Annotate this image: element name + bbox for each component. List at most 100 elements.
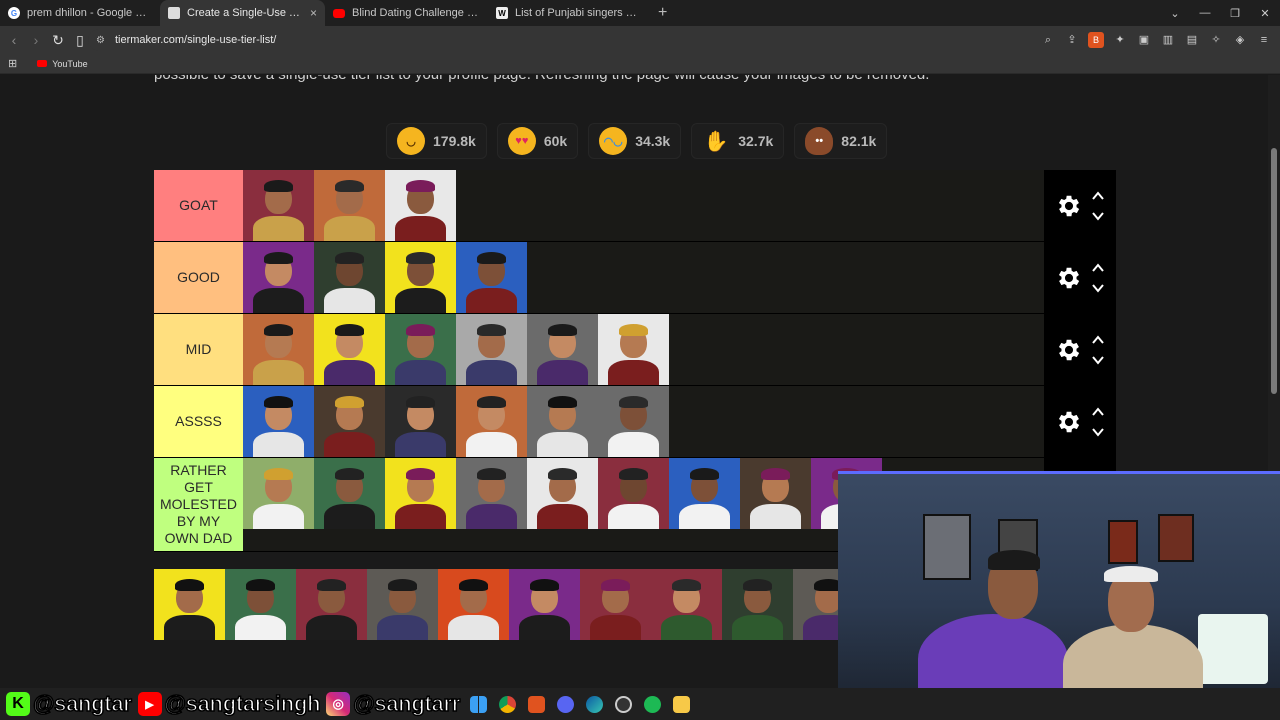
- new-tab-icon[interactable]: +: [658, 4, 667, 22]
- site-info-icon[interactable]: ⚙: [96, 35, 105, 46]
- scrollbar-thumb[interactable]: [1271, 148, 1277, 394]
- reaction-button[interactable]: ♥♥ 60k: [496, 123, 579, 159]
- chevron-up-icon[interactable]: [1091, 333, 1105, 347]
- wallet-icon[interactable]: ▤: [1184, 32, 1200, 48]
- tier-item-image[interactable]: [669, 458, 740, 529]
- settings-gear-icon[interactable]: [1055, 408, 1083, 436]
- apps-grid-icon[interactable]: ⊞: [8, 57, 17, 70]
- tier-item-image[interactable]: [456, 314, 527, 385]
- unranked-item-image[interactable]: [651, 569, 722, 640]
- tier-item-image[interactable]: [243, 386, 314, 457]
- file-explorer-icon[interactable]: [673, 695, 691, 713]
- tier-label[interactable]: GOOD: [154, 242, 243, 313]
- tier-item-image[interactable]: [598, 458, 669, 529]
- extensions-icon[interactable]: ✦: [1112, 32, 1128, 48]
- chrome-icon[interactable]: [499, 695, 517, 713]
- tier-item-image[interactable]: [314, 458, 385, 529]
- close-tab-icon[interactable]: ×: [310, 6, 317, 20]
- unranked-item-image[interactable]: [722, 569, 793, 640]
- tier-item-image[interactable]: [598, 314, 669, 385]
- edge-icon[interactable]: [586, 695, 604, 713]
- url-field[interactable]: ⚙ tiermaker.com/single-use-tier-list/: [88, 29, 1088, 51]
- windows-start-icon[interactable]: [470, 695, 488, 713]
- bookmark-youtube[interactable]: YouTube: [25, 59, 88, 69]
- tier-item-image[interactable]: [314, 314, 385, 385]
- tier-item-image[interactable]: [385, 170, 456, 241]
- unranked-item-image[interactable]: [793, 569, 840, 640]
- tier-item-image[interactable]: [243, 242, 314, 313]
- discord-icon[interactable]: [557, 695, 575, 713]
- tier-label[interactable]: GOAT: [154, 170, 243, 241]
- tab-tiermaker[interactable]: Create a Single-Use Tier List (Pri ×: [160, 0, 325, 26]
- tier-item-image[interactable]: [527, 458, 598, 529]
- zoom-icon[interactable]: ⌕: [1040, 32, 1056, 48]
- back-icon[interactable]: ‹: [4, 32, 24, 48]
- tier-item-image[interactable]: [385, 242, 456, 313]
- chevron-up-icon[interactable]: [1091, 189, 1105, 203]
- unranked-item-image[interactable]: [580, 569, 651, 640]
- tier-item-image[interactable]: [456, 242, 527, 313]
- menu-icon[interactable]: ≡: [1256, 32, 1272, 48]
- leo-ai-icon[interactable]: ✧: [1208, 32, 1224, 48]
- tier-item-image[interactable]: [527, 386, 598, 457]
- settings-gear-icon[interactable]: [1055, 264, 1083, 292]
- reload-icon[interactable]: ↻: [48, 32, 68, 49]
- brave-shields-icon[interactable]: B: [1088, 32, 1104, 48]
- tier-item-image[interactable]: [314, 242, 385, 313]
- reaction-button[interactable]: ◡ 179.8k: [386, 123, 487, 159]
- tier-item-image[interactable]: [314, 170, 385, 241]
- tier-item-image[interactable]: [314, 386, 385, 457]
- tier-label[interactable]: ASSSS: [154, 386, 243, 457]
- unranked-pool[interactable]: [154, 569, 840, 640]
- reaction-button[interactable]: ◠◡ 34.3k: [588, 123, 682, 159]
- vpn-icon[interactable]: ◈: [1232, 32, 1248, 48]
- chevron-up-icon[interactable]: [1091, 261, 1105, 275]
- tier-item-image[interactable]: [243, 170, 314, 241]
- tier-item-image[interactable]: [385, 386, 456, 457]
- chevron-down-icon[interactable]: [1091, 209, 1105, 223]
- tier-item-image[interactable]: [740, 458, 811, 529]
- chevron-up-icon[interactable]: [1091, 405, 1105, 419]
- tier-items[interactable]: [243, 242, 1044, 313]
- tier-label[interactable]: MID: [154, 314, 243, 385]
- tier-item-image[interactable]: [598, 386, 669, 457]
- bookmark-icon[interactable]: ▯: [70, 32, 90, 49]
- tier-items[interactable]: [243, 314, 1044, 385]
- tab-wikipedia[interactable]: W List of Punjabi singers - Wikipedia: [488, 0, 648, 26]
- forward-icon[interactable]: ›: [26, 32, 46, 48]
- tier-item-image[interactable]: [385, 314, 456, 385]
- tier-item-image[interactable]: [243, 314, 314, 385]
- tier-item-image[interactable]: [385, 458, 456, 529]
- unranked-item-image[interactable]: [296, 569, 367, 640]
- tier-items[interactable]: [243, 386, 1044, 457]
- tab-youtube[interactable]: Blind Dating Challenge | Who Will Ki: [325, 0, 488, 26]
- settings-gear-icon[interactable]: [1055, 192, 1083, 220]
- unranked-item-image[interactable]: [509, 569, 580, 640]
- spotify-icon[interactable]: [644, 695, 662, 713]
- settings-gear-icon[interactable]: [1055, 336, 1083, 364]
- close-window-icon[interactable]: ✕: [1250, 7, 1280, 20]
- tier-item-image[interactable]: [243, 458, 314, 529]
- reaction-button[interactable]: •• 82.1k: [794, 123, 888, 159]
- tab-search-icon[interactable]: ⌄: [1160, 7, 1190, 20]
- reaction-button[interactable]: ✋ 32.7k: [691, 123, 785, 159]
- chevron-down-icon[interactable]: [1091, 281, 1105, 295]
- tier-label[interactable]: RATHER GET MOLESTED BY MY OWN DAD: [154, 458, 243, 551]
- media-icon[interactable]: ▣: [1136, 32, 1152, 48]
- unranked-item-image[interactable]: [225, 569, 296, 640]
- unranked-item-image[interactable]: [154, 569, 225, 640]
- sidebar-icon[interactable]: ▥: [1160, 32, 1176, 48]
- unranked-item-image[interactable]: [438, 569, 509, 640]
- unranked-item-image[interactable]: [367, 569, 438, 640]
- brave-icon[interactable]: [528, 695, 546, 713]
- restore-icon[interactable]: ❐: [1220, 7, 1250, 20]
- minimize-icon[interactable]: —: [1190, 7, 1220, 19]
- tier-item-image[interactable]: [527, 314, 598, 385]
- chevron-down-icon[interactable]: [1091, 353, 1105, 367]
- chevron-down-icon[interactable]: [1091, 425, 1105, 439]
- tier-items[interactable]: [243, 170, 1044, 241]
- obs-icon[interactable]: [615, 695, 633, 713]
- share-icon[interactable]: ⇪: [1064, 32, 1080, 48]
- tier-item-image[interactable]: [456, 458, 527, 529]
- tier-item-image[interactable]: [456, 386, 527, 457]
